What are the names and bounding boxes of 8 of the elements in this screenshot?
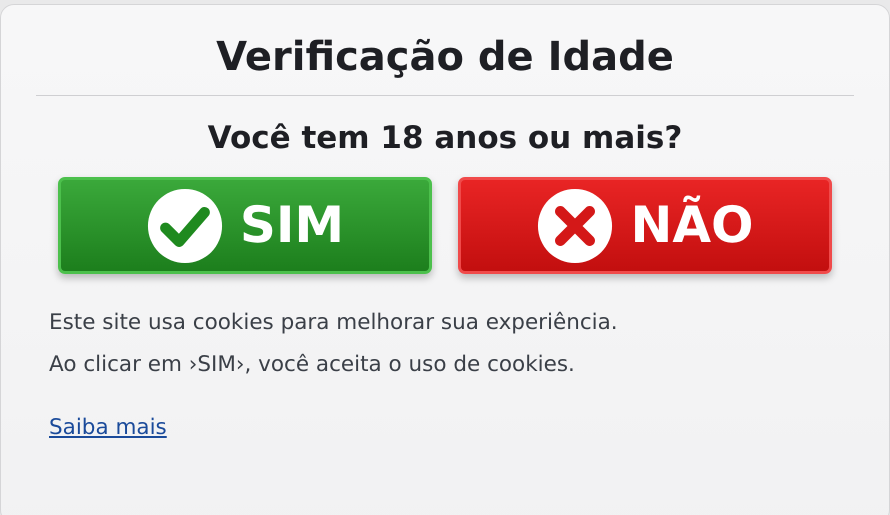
confirm-button[interactable]: SIM [58, 177, 432, 274]
cookie-notice: Este site usa cookies para melhorar sua experiência. Ao clicar em ›SIM›, você aceita o uso de cookies. [49, 309, 619, 380]
check-icon [146, 186, 224, 265]
learn-more-link[interactable]: Saiba mais [49, 412, 167, 444]
decline-button[interactable]: NÃO [458, 177, 832, 274]
close-icon [536, 186, 614, 265]
question-text: Você tem 18 anos ou mais? [206, 120, 684, 158]
dialog-title: Verificação de Idade [36, 5, 854, 96]
